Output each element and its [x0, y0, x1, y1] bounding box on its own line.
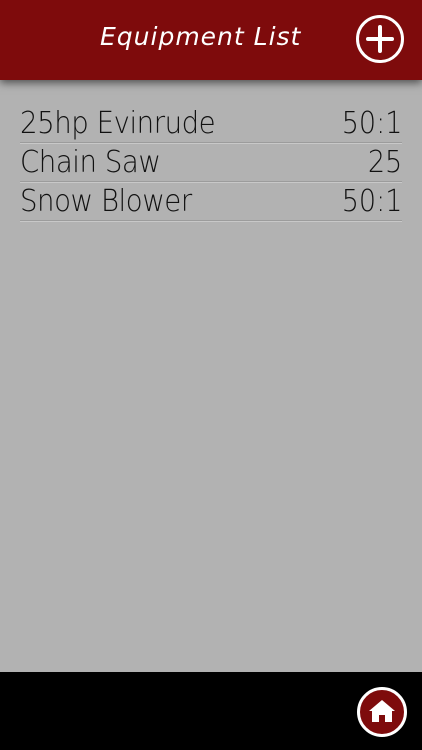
list-item[interactable]: Chain Saw 25 — [20, 143, 402, 182]
equipment-ratio: 25 — [367, 145, 402, 180]
plus-icon — [366, 25, 394, 53]
equipment-name: Chain Saw — [20, 145, 161, 180]
equipment-ratio: 50:1 — [341, 184, 402, 219]
list-item[interactable]: 25hp Evinrude 50:1 — [20, 104, 402, 143]
equipment-ratio: 50:1 — [341, 106, 402, 141]
equipment-list: 25hp Evinrude 50:1 Chain Saw 25 Snow Blo… — [20, 104, 402, 221]
footer-bar — [0, 672, 422, 750]
app-screen: Equipment List 25hp Evinrude 50:1 Chain … — [0, 0, 422, 750]
home-icon — [369, 700, 395, 722]
home-button[interactable] — [357, 687, 407, 737]
header-bar: Equipment List — [0, 0, 422, 80]
page-title: Equipment List — [100, 22, 302, 51]
equipment-name: Snow Blower — [20, 184, 192, 219]
add-equipment-button[interactable] — [356, 15, 404, 63]
equipment-name: 25hp Evinrude — [20, 106, 216, 141]
list-item[interactable]: Snow Blower 50:1 — [20, 182, 402, 221]
